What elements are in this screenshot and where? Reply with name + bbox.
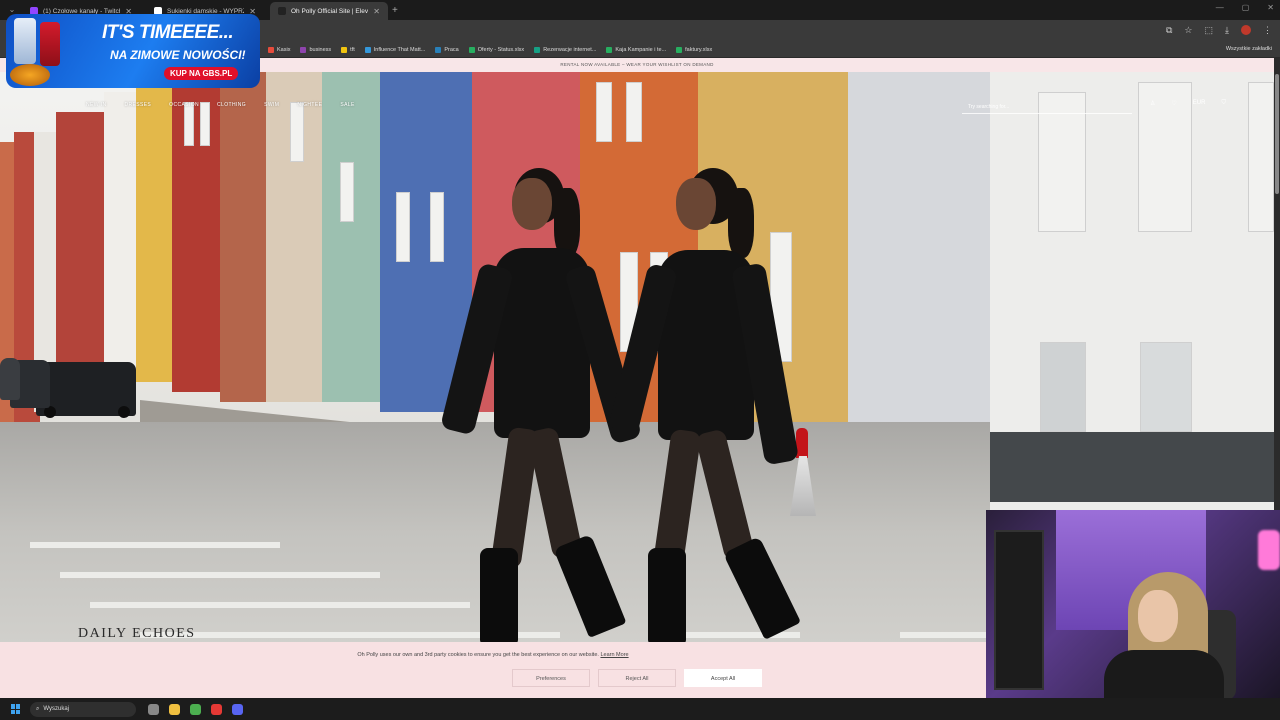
bookmark-favicon-icon bbox=[676, 46, 683, 53]
cookie-reject-button[interactable]: Reject All bbox=[598, 669, 676, 687]
tab-title: Oh Polly Official Site | Elevate bbox=[291, 7, 369, 15]
bookmark-favicon-icon bbox=[468, 46, 475, 53]
toolbar-actions: ⧉ ☆ ⬚ ⤓ ⋮ bbox=[1166, 25, 1272, 36]
streamer-face bbox=[1138, 590, 1178, 642]
bookmark-favicon-icon bbox=[341, 46, 348, 53]
stream-promo-overlay: IT'S TIMEEEE... NA ZIMOWE NOWOŚCI! KUP N… bbox=[6, 14, 260, 88]
shelf bbox=[994, 530, 1044, 690]
cookie-message: Oh Polly uses our own and 3rd party cook… bbox=[0, 652, 986, 658]
currency-selector[interactable]: EUR bbox=[1193, 100, 1206, 107]
site-navigation: NEW IN DRESSES OCCASION CLOTHING SWIM NIGHTEE… bbox=[86, 102, 355, 108]
tab-favicon-icon bbox=[278, 7, 286, 15]
promo-subline: NA ZIMOWE NOWOŚCI! bbox=[110, 48, 246, 62]
site-header-icons: ♙ ♡ EUR ⛉ bbox=[1150, 100, 1226, 107]
bookmark-label: business bbox=[309, 46, 332, 53]
menu-icon[interactable]: ⋮ bbox=[1263, 25, 1272, 36]
nav-item[interactable]: SWIM bbox=[264, 102, 279, 108]
taskbar-apps bbox=[148, 703, 243, 715]
scrollbar-thumb[interactable] bbox=[1275, 74, 1279, 194]
drink-can-graphic bbox=[40, 22, 60, 66]
bookmark-favicon-icon bbox=[534, 46, 541, 53]
all-bookmarks-button[interactable]: Wszystkie zakładki bbox=[1226, 46, 1272, 52]
chrome-icon[interactable] bbox=[190, 703, 201, 715]
bag-icon[interactable]: ⛉ bbox=[1221, 100, 1226, 107]
bookmark-favicon-icon bbox=[606, 46, 613, 53]
bookmark-favicon-icon bbox=[268, 46, 274, 53]
bookmark-favicon-icon bbox=[364, 46, 371, 53]
bookmark-label: faktury.xlsx bbox=[685, 46, 713, 53]
bookmark-item[interactable]: Influence That Matt... bbox=[364, 46, 426, 53]
file-explorer-icon[interactable] bbox=[169, 703, 180, 715]
task-view-icon[interactable] bbox=[148, 703, 159, 715]
nav-item[interactable]: NEW IN bbox=[86, 102, 106, 108]
window-controls: — ▢ ✕ bbox=[1216, 3, 1274, 12]
extensions-icon[interactable]: ⬚ bbox=[1205, 25, 1214, 36]
bookmark-item[interactable]: faktury.xlsx bbox=[676, 46, 713, 53]
browser-tab[interactable]: Oh Polly Official Site | Elevate ✕ bbox=[270, 2, 388, 20]
promo-cta: KUP NA GBS.PL bbox=[164, 67, 239, 80]
maximize-icon[interactable]: ▢ bbox=[1242, 3, 1250, 12]
bookmark-label: Kasix bbox=[277, 46, 291, 53]
windows-taskbar: ⌕ Wyszukaj bbox=[0, 698, 1280, 720]
cookie-banner: Oh Polly uses our own and 3rd party cook… bbox=[0, 642, 986, 698]
cookie-message-text: Oh Polly uses our own and 3rd party cook… bbox=[357, 652, 599, 658]
taskbar-search[interactable]: ⌕ Wyszukaj bbox=[30, 701, 136, 717]
nav-item[interactable]: CLOTHING bbox=[217, 102, 246, 108]
profile-avatar[interactable] bbox=[1241, 25, 1251, 35]
pink-light bbox=[1258, 530, 1280, 570]
cookie-preferences-button[interactable]: Preferences bbox=[512, 669, 590, 687]
cookie-accept-button[interactable]: Accept All bbox=[684, 669, 762, 687]
bookmark-label: Oferty - Status.xlsx bbox=[477, 46, 525, 53]
bookmark-item[interactable]: Kaja Kampanie i te... bbox=[606, 46, 667, 53]
bookmark-favicon-icon bbox=[435, 46, 442, 53]
search-icon: ⌕ bbox=[36, 705, 40, 712]
webcam-overlay bbox=[986, 510, 1280, 698]
opera-icon[interactable] bbox=[211, 703, 222, 715]
minimize-icon[interactable]: — bbox=[1216, 3, 1224, 12]
bookmark-star-icon[interactable]: ☆ bbox=[1184, 25, 1192, 36]
bookmark-item[interactable]: Oferty - Status.xlsx bbox=[468, 46, 525, 53]
nav-item[interactable]: OCCASION bbox=[169, 102, 199, 108]
bookmark-label: tft bbox=[350, 46, 355, 53]
cast-icon[interactable]: ⧉ bbox=[1166, 25, 1172, 36]
drink-can-graphic bbox=[14, 18, 36, 64]
nav-item[interactable]: SALE bbox=[340, 102, 354, 108]
bookmark-item[interactable]: Praca bbox=[435, 46, 459, 53]
nav-item[interactable]: NIGHTEE bbox=[297, 102, 322, 108]
bookmark-item[interactable]: Kasix bbox=[268, 46, 291, 53]
snack-graphic bbox=[10, 64, 50, 86]
bookmark-label: Rezerwacje internet... bbox=[543, 46, 597, 53]
tab-close-icon[interactable]: ✕ bbox=[373, 7, 380, 16]
wishlist-heart-icon[interactable]: ♡ bbox=[1171, 100, 1176, 107]
discord-icon[interactable] bbox=[232, 703, 243, 715]
learn-more-link[interactable]: Learn More bbox=[600, 652, 628, 658]
nav-item[interactable]: DRESSES bbox=[124, 102, 151, 108]
taskbar-search-label: Wyszukaj bbox=[43, 706, 69, 712]
promo-headline: IT'S TIMEEEE... bbox=[102, 22, 234, 43]
bookmark-item[interactable]: tft bbox=[341, 46, 355, 53]
bookmark-item[interactable]: business bbox=[300, 46, 332, 53]
close-window-icon[interactable]: ✕ bbox=[1267, 3, 1274, 12]
bookmark-favicon-icon bbox=[300, 46, 307, 53]
site-search-input[interactable]: Try searching for... bbox=[962, 100, 1132, 114]
bookmark-item[interactable]: Rezerwacje internet... bbox=[534, 46, 597, 53]
bookmark-label: Praca bbox=[444, 46, 459, 53]
downloads-icon[interactable]: ⤓ bbox=[1225, 25, 1229, 36]
collection-logo: DAILY ECHOES bbox=[78, 626, 196, 641]
bookmark-label: Influence That Matt... bbox=[373, 46, 426, 53]
new-tab-button[interactable]: + bbox=[392, 5, 398, 16]
bookmark-label: Kaja Kampanie i te... bbox=[615, 46, 667, 53]
streamer-body bbox=[1104, 650, 1224, 698]
start-windows-icon[interactable] bbox=[11, 704, 21, 714]
account-icon[interactable]: ♙ bbox=[1150, 100, 1155, 107]
